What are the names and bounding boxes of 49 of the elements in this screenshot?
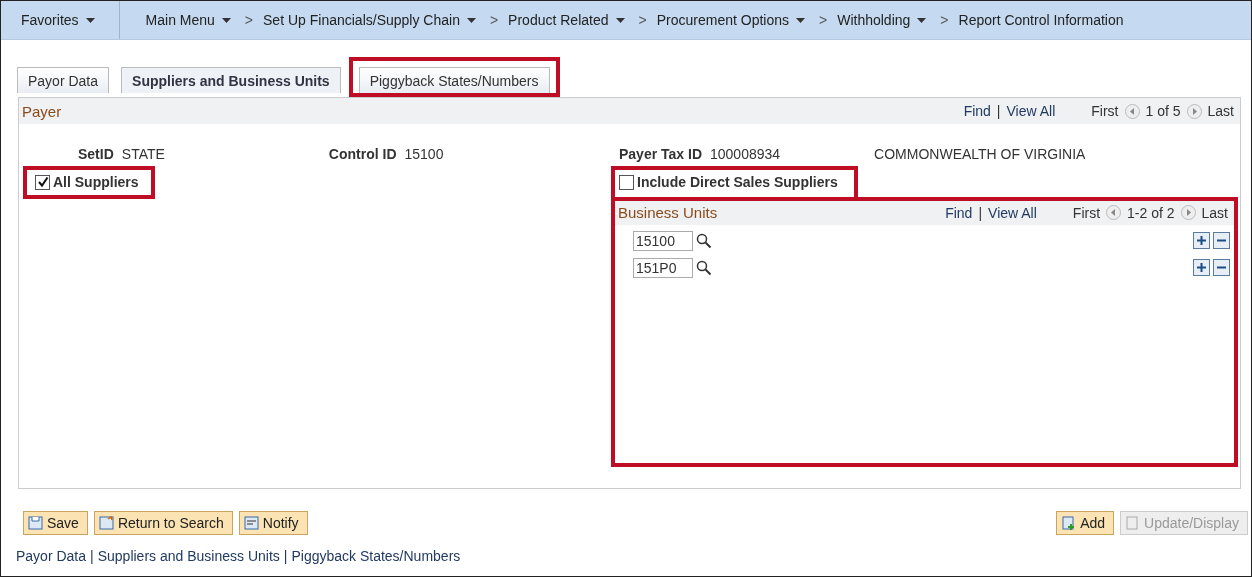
field-value: STATE	[121, 146, 165, 162]
toolbar-button[interactable]: Return to Search	[93, 511, 233, 535]
field-label: SetID	[78, 146, 114, 162]
page-link[interactable]: Piggyback States/Numbers	[291, 548, 461, 564]
link-divider: |	[978, 204, 983, 221]
menu-item[interactable]: Procurement Options	[646, 12, 815, 28]
business-unit-field[interactable]: 15100	[633, 230, 693, 251]
checkbox[interactable]: All Suppliers	[35, 174, 139, 190]
menu-item[interactable]: Set Up Financials/Supply Chain	[253, 12, 486, 28]
breadcrumb-separator: >	[488, 12, 499, 28]
tab[interactable]: Suppliers and Business Units	[121, 67, 341, 93]
last-label: Last	[1207, 103, 1234, 119]
toolbar-button[interactable]: Notify	[238, 511, 308, 535]
page-count: 1-2 of 2	[1127, 204, 1175, 221]
first-label: First	[1072, 204, 1101, 221]
field-label: Control ID	[328, 146, 397, 162]
link-divider: |	[996, 103, 1001, 119]
panel-title: Payer	[22, 102, 62, 120]
breadcrumb-separator: >	[818, 12, 828, 28]
menu-item[interactable]: Product Related	[498, 12, 635, 28]
business-unit-field[interactable]: 151P0	[633, 257, 693, 278]
page-link[interactable]: Suppliers and Business Units	[97, 548, 280, 564]
add-button[interactable]: Add	[1056, 511, 1115, 535]
view-all-link[interactable]: View All	[988, 204, 1037, 221]
breadcrumb-separator: >	[637, 12, 647, 28]
menu-item[interactable]: Report Control Information	[948, 12, 1134, 28]
last-label: Last	[1201, 204, 1228, 221]
find-link[interactable]: Find	[945, 204, 973, 221]
field-value: 100008934	[710, 146, 781, 162]
page-count: 1 of 5	[1145, 103, 1181, 119]
page-link[interactable]: Payor Data	[16, 548, 87, 564]
link-divider: |	[283, 548, 288, 564]
breadcrumb-separator: >	[243, 12, 254, 28]
tab[interactable]: Piggyback States/Numbers	[358, 67, 550, 93]
grid-title: Business Units	[618, 204, 718, 221]
payer-name: COMMONWEALTH OF VIRGINIA	[874, 146, 1086, 162]
tab[interactable]: Payor Data	[17, 67, 110, 93]
field-value: 15100	[404, 146, 444, 162]
field-label: Payer Tax ID	[619, 146, 702, 162]
checkbox[interactable]: Include Direct Sales Suppliers	[619, 174, 838, 190]
link-divider: |	[90, 548, 94, 564]
menu-item[interactable]: Main Menu	[135, 12, 241, 28]
view-all-link[interactable]: View All	[1006, 103, 1056, 119]
toolbar-button[interactable]: Save	[23, 511, 88, 535]
find-link[interactable]: Find	[963, 103, 991, 119]
menu-item[interactable]: Favorites	[1, 1, 120, 39]
breadcrumb-separator: >	[939, 12, 949, 28]
first-label: First	[1091, 103, 1119, 119]
menu-item[interactable]: Withholding	[827, 12, 937, 28]
